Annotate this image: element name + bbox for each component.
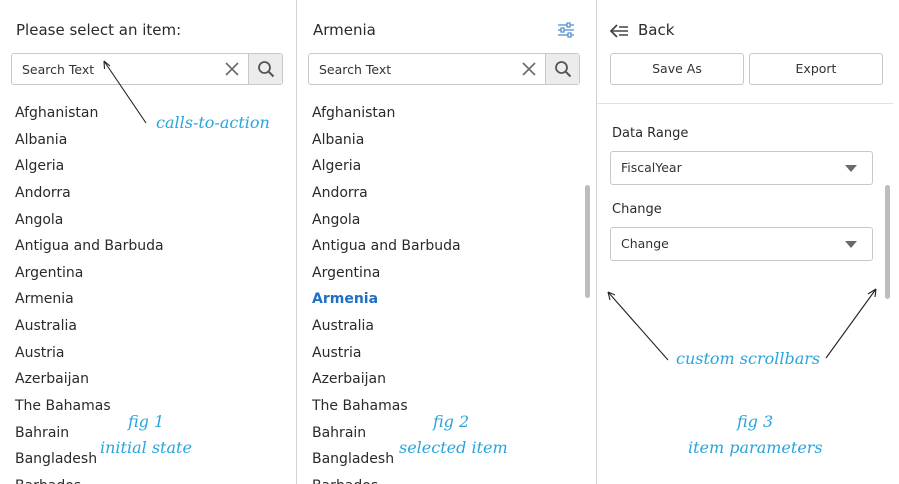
annotation-calls-to-action: calls-to-action [156,113,270,132]
caption-fig1-text: initial state [100,438,192,457]
caption-fig1-number: fig 1 [128,412,165,431]
annotation-custom-scrollbars: custom scrollbars [676,349,821,368]
caption-fig3-text: item parameters [688,438,823,457]
caption-fig3-number: fig 3 [737,412,774,431]
caption-fig2-number: fig 2 [433,412,470,431]
caption-fig2-text: selected item [399,438,508,457]
